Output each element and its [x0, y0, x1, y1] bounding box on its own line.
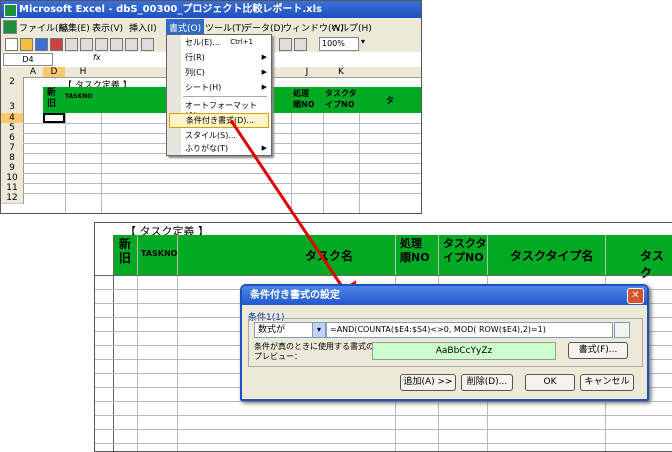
delete-button[interactable]: 削除(D)... — [461, 374, 513, 391]
ok-button[interactable]: OK — [525, 374, 575, 391]
preview-label: 条件が真のときに使用する書式のプレビュー： — [254, 342, 374, 361]
format-button[interactable]: 書式(F)... — [568, 342, 628, 359]
condition-type-select[interactable]: 数式が — [254, 322, 315, 338]
chevron-down-icon[interactable]: ▾ — [312, 322, 326, 338]
dialog-title: 条件付き書式の設定 — [250, 290, 340, 301]
formula-input[interactable]: =AND(COUNTA($E4:$S4)<>0, MOD( ROW($E4),2… — [326, 322, 613, 338]
dialog-title-bar: 条件付き書式の設定 ✕ — [242, 286, 647, 305]
add-button[interactable]: 追加(A) >> — [400, 374, 456, 391]
close-icon[interactable]: ✕ — [627, 288, 644, 304]
collapse-dialog-icon[interactable] — [614, 322, 630, 338]
conditional-format-dialog: 条件付き書式の設定 ✕ 条件1(1) 数式が ▾ =AND(COUNTA($E4… — [240, 284, 649, 401]
format-preview: AaBbCcYyZz — [372, 342, 556, 360]
cancel-button[interactable]: キャンセル — [580, 374, 634, 391]
